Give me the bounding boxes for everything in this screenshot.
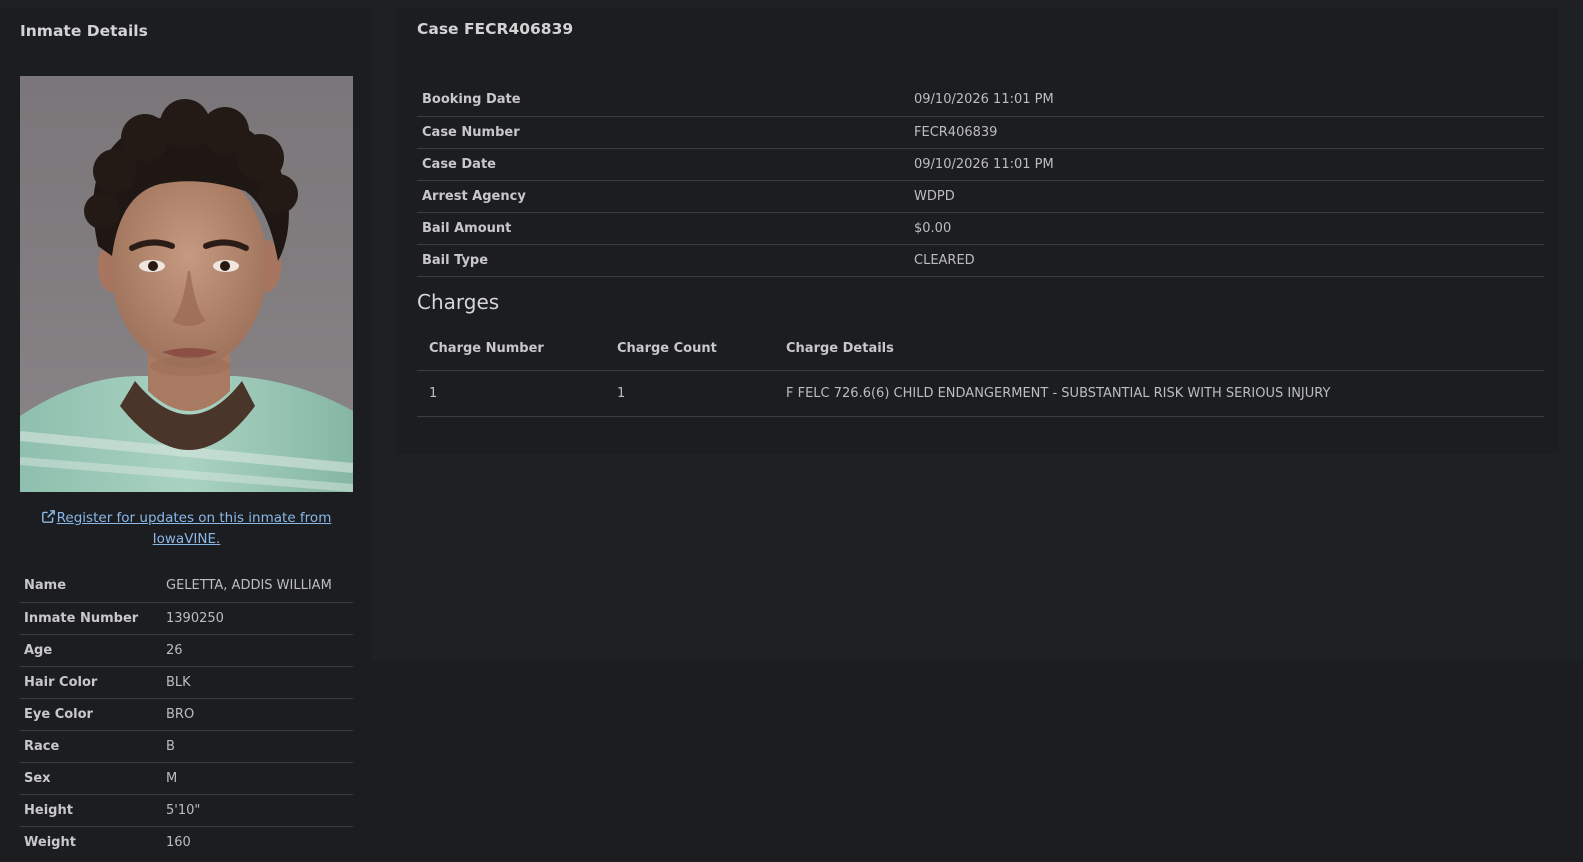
detail-value: GELETTA, ADDIS WILLIAM <box>162 570 353 603</box>
detail-row-height: Height 5'10" <box>20 794 353 827</box>
detail-value: BLK <box>162 666 353 699</box>
case-row-case-number: Case Number FECR406839 <box>417 116 1544 149</box>
detail-label: Hair Color <box>20 666 162 699</box>
inmate-page: Inmate Details Register for updates on t… <box>0 0 1583 862</box>
case-value: WDPD <box>909 180 1544 213</box>
case-row-bail-type: Bail Type CLEARED <box>417 244 1544 277</box>
column-header-charge-count: Charge Count <box>605 328 774 371</box>
top-strip <box>0 0 1583 8</box>
case-row-case-date: Case Date 09/10/2026 11:01 PM <box>417 148 1544 181</box>
detail-row-name: Name GELETTA, ADDIS WILLIAM <box>20 570 353 603</box>
case-label: Case Number <box>417 116 909 149</box>
charge-details-cell: F FELC 726.6(6) CHILD ENDANGERMENT - SUB… <box>774 370 1544 417</box>
detail-value: M <box>162 762 353 795</box>
inmate-details-title: Inmate Details <box>20 22 148 40</box>
case-label: Bail Amount <box>417 212 909 245</box>
detail-row-inmate-number: Inmate Number 1390250 <box>20 602 353 635</box>
detail-value: BRO <box>162 698 353 731</box>
detail-label: Name <box>20 570 162 603</box>
table-row: 1 1 F FELC 726.6(6) CHILD ENDANGERMENT -… <box>417 370 1544 417</box>
case-value: CLEARED <box>909 244 1544 277</box>
charge-count-cell: 1 <box>605 370 774 417</box>
case-row-bail-amount: Bail Amount $0.00 <box>417 212 1544 245</box>
detail-value: 26 <box>162 634 353 667</box>
case-value: FECR406839 <box>909 116 1544 149</box>
case-title: Case FECR406839 <box>417 20 574 38</box>
detail-label: Weight <box>24 834 76 850</box>
detail-label: Inmate Number <box>20 602 162 635</box>
charges-table: Charge Number Charge Count Charge Detail… <box>417 328 1544 417</box>
case-value: 09/10/2026 11:01 PM <box>909 148 1544 181</box>
detail-row-age: Age 26 <box>20 634 353 667</box>
case-label: Case Date <box>417 148 909 181</box>
case-label: Booking Date <box>417 84 909 117</box>
detail-label: Height <box>20 794 162 827</box>
detail-label: Age <box>20 634 162 667</box>
case-row-booking-date: Booking Date 09/10/2026 11:01 PM <box>417 84 1544 117</box>
register-vine-link-text[interactable]: Register for updates on this inmate from… <box>57 510 332 547</box>
case-detail-table: Booking Date 09/10/2026 11:01 PM Case Nu… <box>417 84 1544 277</box>
charges-header-row: Charge Number Charge Count Charge Detail… <box>417 328 1544 371</box>
case-row-arrest-agency: Arrest Agency WDPD <box>417 180 1544 213</box>
case-label: Bail Type <box>417 244 909 277</box>
inmate-photo <box>20 76 353 492</box>
mugshot-image <box>20 76 353 492</box>
detail-value: 160 <box>166 834 191 850</box>
inmate-detail-table: Name GELETTA, ADDIS WILLIAM Inmate Numbe… <box>20 570 353 858</box>
detail-value: 1390250 <box>162 602 353 635</box>
detail-row-race: Race B <box>20 730 353 763</box>
detail-row-eye-color: Eye Color BRO <box>20 698 353 731</box>
column-header-charge-number: Charge Number <box>417 328 605 371</box>
case-label: Arrest Agency <box>417 180 909 213</box>
detail-row-sex: Sex M <box>20 762 353 795</box>
charge-number-cell: 1 <box>417 370 605 417</box>
case-value: $0.00 <box>909 212 1544 245</box>
detail-label: Eye Color <box>20 698 162 731</box>
detail-value: B <box>162 730 353 763</box>
register-vine-link[interactable]: Register for updates on this inmate from… <box>20 508 353 550</box>
detail-label: Sex <box>20 762 162 795</box>
column-header-charge-details: Charge Details <box>774 328 1544 371</box>
detail-label: Race <box>20 730 162 763</box>
detail-row-hair-color: Hair Color BLK <box>20 666 353 699</box>
detail-value: 5'10" <box>162 794 353 827</box>
external-link-icon <box>41 510 55 523</box>
case-value: 09/10/2026 11:01 PM <box>909 84 1544 117</box>
charges-heading: Charges <box>417 290 500 314</box>
detail-row-weight: Weight 160 <box>20 826 353 858</box>
